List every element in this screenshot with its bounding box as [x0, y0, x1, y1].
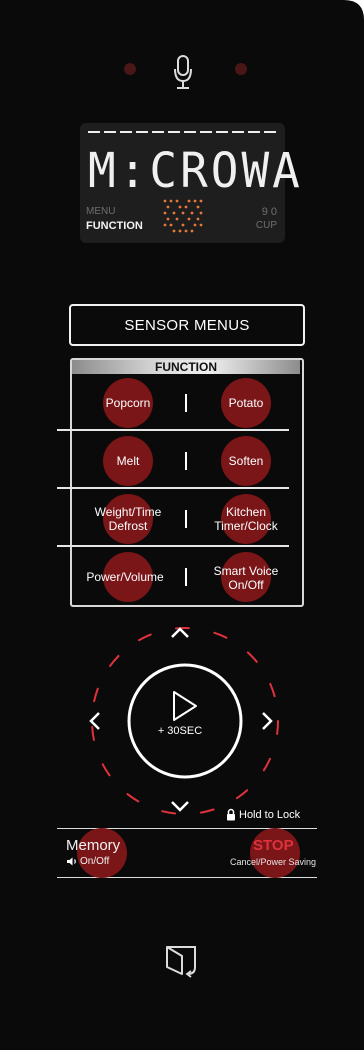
row-divider [57, 487, 289, 489]
function-header: FUNCTION [72, 360, 300, 374]
power-volume-button[interactable]: Power/Volume [72, 570, 178, 584]
kitchen-timer-line2: Timer/Clock [214, 519, 278, 533]
separator [185, 568, 187, 586]
row-divider [57, 429, 289, 431]
chevron-down-icon[interactable] [171, 801, 189, 812]
lcd-function-label: FUNCTION [86, 220, 143, 232]
smart-voice-button[interactable]: Smart Voice On/Off [194, 564, 298, 592]
lock-icon [227, 808, 235, 821]
lcd-display: M:CROWA MENU FUNCTION 9 0 CUP [80, 123, 303, 243]
lcd-segment-text: M:CROWA [88, 141, 303, 199]
microphone-icon [174, 55, 192, 89]
melt-button[interactable]: Melt [76, 454, 180, 468]
stop-sub-label: Cancel/Power Saving [230, 857, 317, 867]
row-divider [57, 545, 289, 547]
lcd-cup-label: CUP [255, 220, 277, 231]
lcd-weight-value: 9 0 [261, 206, 277, 218]
popcorn-button[interactable]: Popcorn [76, 396, 180, 410]
speaker-icon [67, 857, 76, 866]
memory-button[interactable]: Memory [66, 837, 120, 854]
stop-button[interactable]: STOP [253, 837, 294, 854]
dial-ring [91, 627, 279, 815]
soften-button[interactable]: Soften [194, 454, 298, 468]
separator [185, 510, 187, 528]
sensor-menus-button[interactable]: SENSOR MENUS [69, 304, 305, 346]
kitchen-timer-line1: Kitchen [225, 505, 267, 519]
play-icon[interactable] [173, 691, 197, 721]
hold-to-lock-label: Hold to Lock [239, 809, 301, 821]
selector-dial[interactable] [70, 606, 300, 836]
kitchen-timer-button[interactable]: Kitchen Timer/Clock [194, 505, 298, 533]
start-30sec-label[interactable]: + 30SEC [140, 724, 220, 738]
chevron-up-icon[interactable] [171, 627, 189, 638]
weight-defrost-line1: Weight/Time [94, 505, 162, 519]
weight-defrost-line2: Defrost [108, 519, 148, 533]
smart-voice-line2: On/Off [228, 578, 264, 592]
memory-sub-label: On/Off [80, 856, 110, 867]
separator [185, 394, 187, 412]
door-open-icon[interactable] [164, 944, 206, 978]
lcd-dot-pattern [163, 199, 203, 233]
chevron-right-icon[interactable] [262, 712, 273, 730]
lcd-dash-row [88, 131, 278, 133]
smart-voice-line1: Smart Voice [213, 564, 279, 578]
separator [185, 452, 187, 470]
lcd-menu-label: MENU [86, 206, 116, 217]
start-button-ring[interactable] [127, 663, 243, 779]
potato-button[interactable]: Potato [194, 396, 298, 410]
weight-defrost-button[interactable]: Weight/Time Defrost [76, 505, 180, 533]
indicator-light-left [124, 63, 136, 75]
indicator-light-right [235, 63, 247, 75]
control-panel: M:CROWA MENU FUNCTION 9 0 CUP SENSOR MEN… [0, 0, 364, 1050]
